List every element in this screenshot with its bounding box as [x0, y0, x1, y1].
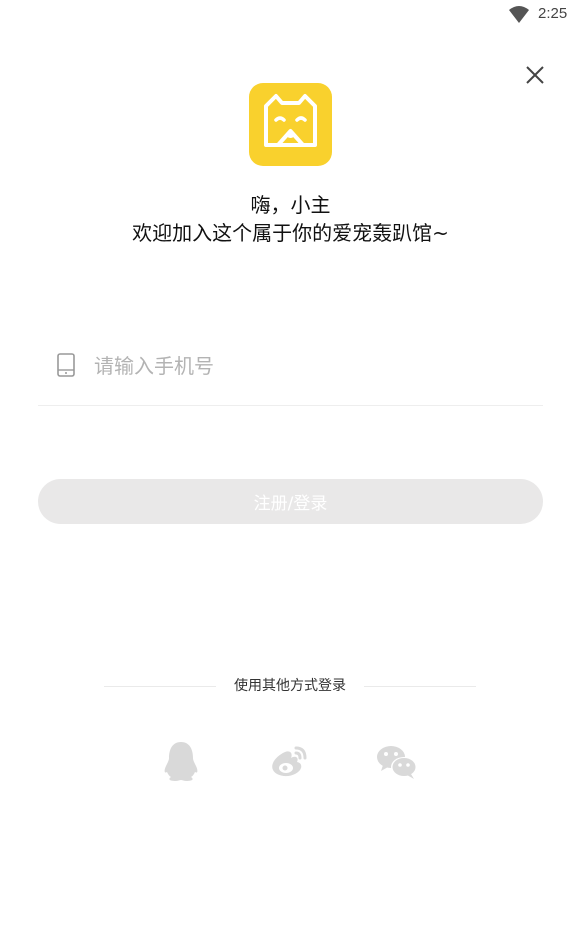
qq-icon: [164, 742, 198, 781]
wechat-icon: [377, 746, 417, 779]
phone-input[interactable]: [92, 346, 536, 386]
close-button[interactable]: [520, 60, 550, 90]
other-login-label: 使用其他方式登录: [234, 678, 346, 694]
divider-left: [104, 686, 216, 687]
weibo-login-button[interactable]: [265, 738, 313, 786]
app-logo: [249, 83, 332, 166]
divider-right: [364, 686, 476, 687]
close-icon: [526, 66, 544, 84]
greeting-line-1: 嗨，小主: [250, 193, 331, 217]
phone-field-row: [38, 340, 543, 406]
phone-icon: [57, 353, 75, 377]
weibo-icon: [272, 746, 307, 777]
greeting: 嗨，小主 欢迎加入这个属于你的爱宠轰趴馆~: [0, 191, 581, 247]
wifi-icon: [509, 6, 529, 23]
register-login-button[interactable]: 注册/登录: [38, 479, 543, 524]
dog-face-logo: [264, 94, 317, 147]
status-time: 2:25: [538, 5, 568, 22]
wechat-login-button[interactable]: [373, 738, 421, 786]
qq-login-button[interactable]: [157, 738, 205, 786]
greeting-line-2: 欢迎加入这个属于你的爱宠轰趴馆~: [132, 221, 449, 245]
status-bar: 2:25: [0, 0, 581, 32]
